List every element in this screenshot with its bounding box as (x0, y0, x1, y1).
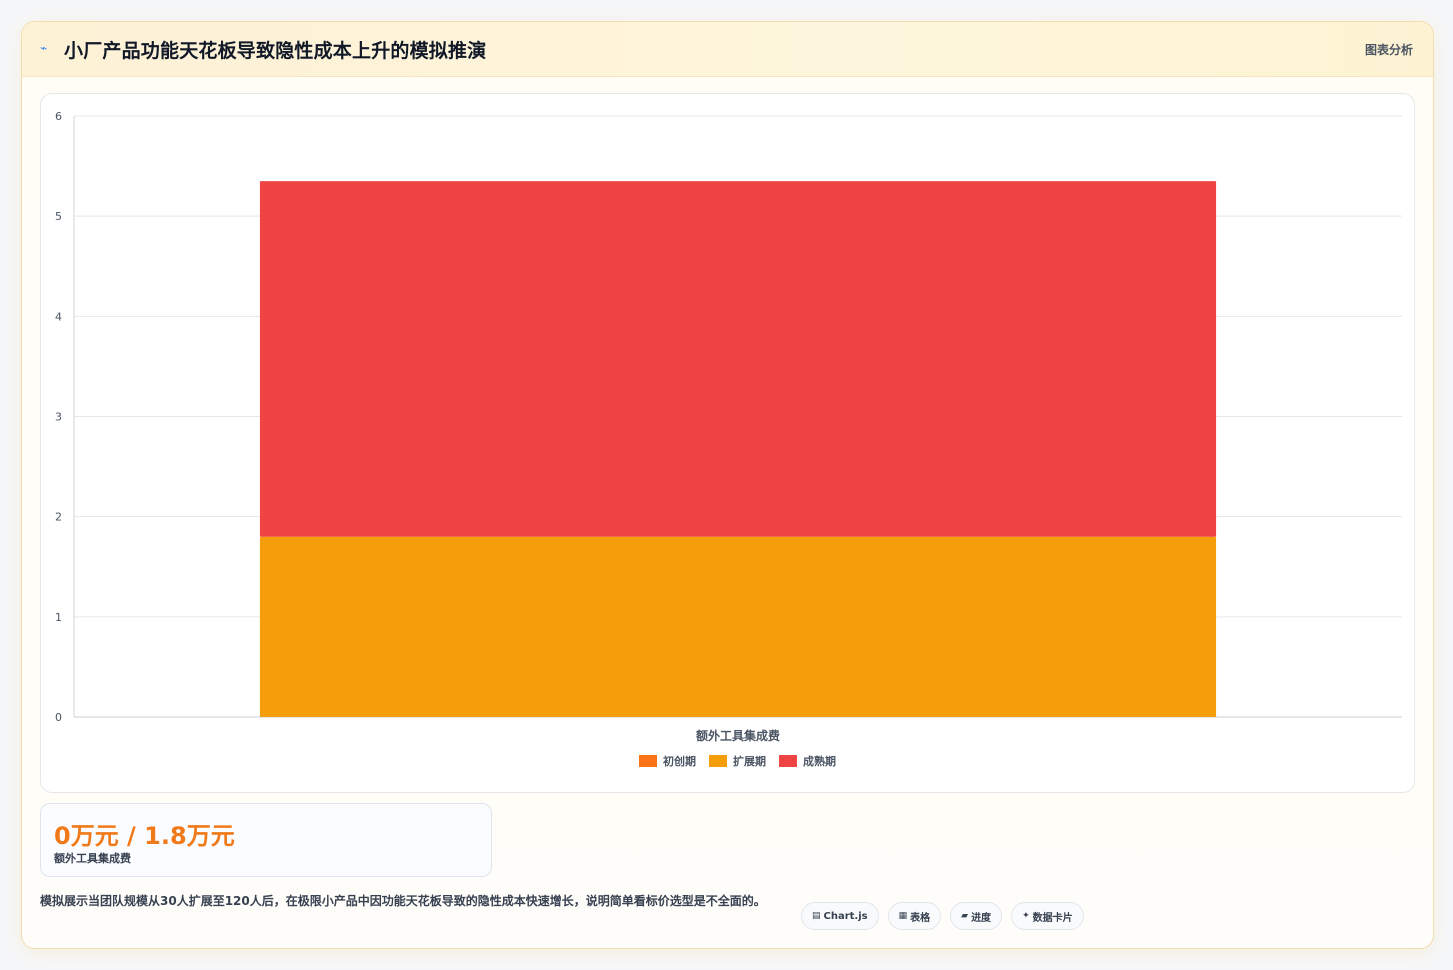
y-tick-label: 4 (55, 310, 62, 323)
legend-label: 初创期 (663, 754, 696, 768)
y-tick-label: 2 (55, 511, 62, 524)
x-category-label: 额外工具集成费 (696, 728, 780, 743)
table-icon: ▦ (898, 911, 908, 921)
tag-progress[interactable]: ▰ 进度 (950, 902, 1003, 930)
y-tick-label: 3 (55, 411, 62, 424)
legend-label: 成熟期 (803, 754, 836, 768)
legend-swatch (709, 755, 727, 767)
tag-list: ▤ Chart.js ▦ 表格 ▰ 进度 ✦ 数据卡片 (801, 902, 1084, 930)
chart-icon: ▤ (812, 911, 821, 921)
stat-label: 额外工具集成费 (54, 852, 131, 865)
tag-label: 进度 (971, 912, 992, 924)
stat-value: 0万元 / 1.8万元 (54, 822, 235, 850)
y-tick-label: 6 (55, 110, 62, 123)
legend-label: 扩展期 (733, 754, 766, 768)
tag-table[interactable]: ▦ 表格 (887, 902, 942, 930)
y-tick-label: 5 (55, 210, 62, 223)
stacked-bar-chart: 0 1 2 3 4 5 6 额外工具集成费初创期 扩展期 成熟期 (55, 110, 1402, 768)
bar-segment (259, 536, 1217, 717)
chart-analysis-label[interactable]: 图表分析 (1365, 41, 1413, 58)
chart-card: ⌁ 小厂产品功能天花板导致隐性成本上升的模拟推演 图表分析 0 1 2 3 4 5 6 额外工… (21, 21, 1434, 949)
tag-chartjs[interactable]: ▤ Chart.js (801, 902, 879, 930)
chart-panel: 0 1 2 3 4 5 6 额外工具集成费 初创期 扩展期 成熟期 (40, 93, 1415, 793)
legend-swatch (639, 755, 657, 767)
y-tick-label: 1 (55, 611, 62, 624)
y-tick-label: 0 (55, 711, 62, 724)
bar-segment (259, 181, 1217, 537)
stat-card: 0万元 / 1.8万元 额外工具集成费 (40, 803, 492, 877)
sparkle-icon: ✦ (1022, 911, 1030, 921)
legend-swatch (779, 755, 797, 767)
tag-label: Chart.js (823, 910, 868, 922)
progress-icon: ▰ (961, 911, 969, 921)
tag-data-card[interactable]: ✦ 数据卡片 (1011, 902, 1084, 930)
tag-label: 表格 (910, 912, 931, 924)
card-header: ⌁ 小厂产品功能天花板导致隐性成本上升的模拟推演 图表分析 (22, 22, 1433, 77)
tag-label: 数据卡片 (1032, 912, 1073, 924)
card-title: 小厂产品功能天花板导致隐性成本上升的模拟推演 (64, 40, 487, 62)
chart-line-icon: ⌁ (40, 41, 48, 55)
chart-description: 模拟展示当团队规模从30人扩展至120人后，在极限小产品中因功能天花板导致的隐性… (40, 894, 766, 908)
